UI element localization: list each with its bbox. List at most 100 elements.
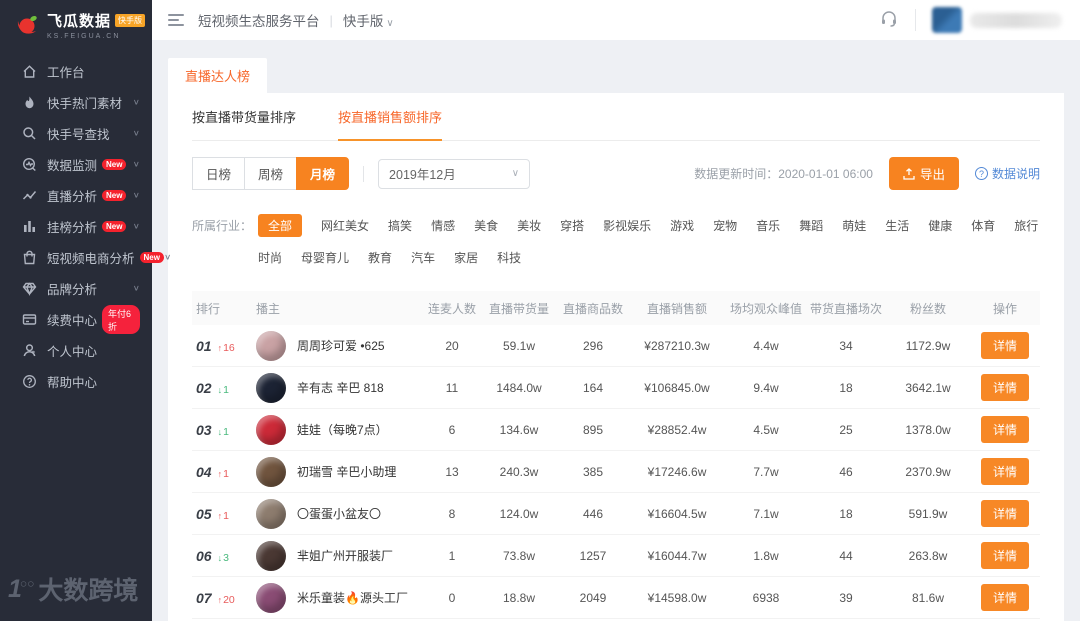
- host-link[interactable]: 周周珍可爱 •625: [256, 330, 424, 361]
- export-button[interactable]: 导出: [888, 157, 959, 190]
- host-name[interactable]: 芈姐广州开服装厂: [297, 547, 393, 564]
- sort-tabs: 按直播带货量排序 按直播销售额排序: [192, 93, 1040, 141]
- session-count: 39: [839, 590, 853, 605]
- detail-button[interactable]: 详情: [980, 500, 1029, 527]
- platform-title: 短视频生态服务平台: [198, 14, 320, 29]
- tab-live-host-ranking[interactable]: 直播达人榜: [168, 58, 268, 93]
- home-icon: [22, 64, 37, 79]
- col-products: 直播商品数: [562, 301, 623, 316]
- industry-chip[interactable]: 汽车: [411, 246, 435, 269]
- sidebar-item[interactable]: 个人中心: [0, 335, 152, 366]
- sidebar-item[interactable]: 续费中心 年付6折: [0, 304, 152, 335]
- sales-volume: 134.6w: [499, 422, 539, 437]
- industry-chip[interactable]: 搞笑: [388, 214, 412, 237]
- host-avatar[interactable]: [256, 372, 286, 403]
- fans-count: 81.6w: [911, 590, 945, 605]
- menu-collapse-icon[interactable]: [168, 14, 184, 26]
- host-name[interactable]: 米乐童装🔥源头工厂: [297, 589, 408, 606]
- host-avatar[interactable]: [256, 582, 286, 613]
- sales-volume: 1484.0w: [496, 380, 542, 395]
- industry-chip[interactable]: 美妆: [517, 214, 541, 237]
- industry-chip[interactable]: 网红美女: [321, 214, 369, 237]
- host-avatar[interactable]: [256, 540, 286, 571]
- detail-button[interactable]: 详情: [980, 542, 1029, 569]
- sidebar-item[interactable]: 帮助中心: [0, 366, 152, 397]
- industry-chip[interactable]: 家居: [454, 246, 478, 269]
- industry-chip[interactable]: 影视娱乐: [603, 214, 651, 237]
- host-link[interactable]: 米乐童装🔥源头工厂: [256, 582, 424, 613]
- industry-chip[interactable]: 萌娃: [842, 214, 866, 237]
- sort-tab[interactable]: 按直播带货量排序: [192, 107, 296, 141]
- host-avatar[interactable]: [256, 456, 286, 487]
- topbar: 短视频生态服务平台 | 快手版 ∨: [152, 0, 1080, 40]
- industry-chip[interactable]: 全部: [258, 214, 303, 237]
- sidebar-item[interactable]: 工作台: [0, 56, 152, 87]
- host-link[interactable]: 〇蛋蛋小盆友〇: [256, 498, 424, 529]
- table-body: 01 16 周周珍可爱 •625: [192, 325, 1040, 621]
- detail-button[interactable]: 详情: [980, 584, 1029, 611]
- chevron-down-icon: ∨: [132, 98, 140, 107]
- sidebar-item[interactable]: 挂榜分析 New ∨: [0, 211, 152, 242]
- industry-chip[interactable]: 游戏: [670, 214, 694, 237]
- host-avatar[interactable]: [256, 330, 286, 361]
- detail-button[interactable]: 详情: [980, 374, 1029, 401]
- industry-chip[interactable]: 母婴育儿: [301, 246, 349, 269]
- data-note-link[interactable]: ? 数据说明: [974, 165, 1040, 182]
- rank-change: 1: [218, 426, 229, 438]
- industry-chip[interactable]: 舞蹈: [799, 214, 823, 237]
- host-name[interactable]: 娃娃（每晚7点）: [297, 421, 388, 438]
- sidebar-item-label: 快手热门素材: [47, 97, 123, 111]
- host-link[interactable]: 娃娃（每晚7点）: [256, 414, 424, 445]
- period-tab[interactable]: 周榜: [244, 157, 297, 190]
- sidebar-item-label: 个人中心: [47, 345, 98, 359]
- detail-button[interactable]: 详情: [980, 416, 1029, 443]
- industry-chip[interactable]: 时尚: [258, 246, 282, 269]
- sort-tab[interactable]: 按直播销售额排序: [338, 107, 443, 141]
- user-icon: [22, 343, 37, 358]
- host-name[interactable]: 初瑞雪 辛巴小助理: [297, 463, 396, 480]
- user-avatar[interactable]: [932, 7, 962, 33]
- industry-chip[interactable]: 生活: [885, 214, 909, 237]
- industry-chip[interactable]: 旅行: [1014, 214, 1038, 237]
- industry-chip[interactable]: 音乐: [756, 214, 780, 237]
- host-name[interactable]: 周周珍可爱 •625: [297, 337, 385, 354]
- version-select[interactable]: 快手版 ∨: [343, 10, 394, 30]
- watermark-logo-icon: 1○○: [8, 574, 35, 603]
- sidebar-item[interactable]: 品牌分析 ∨: [0, 273, 152, 304]
- host-avatar[interactable]: [256, 414, 286, 445]
- support-headset-icon[interactable]: [879, 8, 899, 33]
- sidebar-item[interactable]: 数据监测 New ∨: [0, 149, 152, 180]
- host-link[interactable]: 芈姐广州开服装厂: [256, 540, 424, 571]
- viewer-peak: 7.1w: [753, 506, 779, 521]
- host-link[interactable]: 初瑞雪 辛巴小助理: [256, 456, 424, 487]
- industry-chip[interactable]: 美食: [474, 214, 498, 237]
- sidebar-item[interactable]: 快手号查找 ∨: [0, 118, 152, 149]
- sidebar-item[interactable]: 短视频电商分析 New ∨: [0, 242, 171, 273]
- session-count: 18: [839, 506, 853, 521]
- host-avatar[interactable]: [256, 498, 286, 529]
- industry-chip[interactable]: 教育: [368, 246, 392, 269]
- industry-chip[interactable]: 健康: [928, 214, 952, 237]
- sidebar-item[interactable]: 直播分析 New ∨: [0, 180, 152, 211]
- period-tab[interactable]: 日榜: [192, 157, 245, 190]
- industry-filter: 所属行业： 全部 网红美女 搞笑 情感 美食 美妆 穿搭 影视娱乐 游戏 宠物 …: [192, 214, 1040, 269]
- detail-button[interactable]: 详情: [980, 458, 1029, 485]
- host-name[interactable]: 辛有志 辛巴 818: [297, 379, 384, 396]
- sidebar-item[interactable]: 快手热门素材 ∨: [0, 87, 152, 118]
- session-count: 44: [839, 548, 853, 563]
- month-select[interactable]: 2019年12月 ∨: [378, 158, 531, 189]
- industry-chip[interactable]: 情感: [431, 214, 455, 237]
- mic-count: 20: [445, 338, 459, 353]
- industry-chip[interactable]: 穿搭: [560, 214, 584, 237]
- industry-chip[interactable]: 体育: [971, 214, 995, 237]
- mic-count: 11: [445, 380, 459, 395]
- username-redacted[interactable]: [970, 12, 1062, 28]
- host-name[interactable]: 〇蛋蛋小盆友〇: [297, 505, 381, 522]
- industry-chip[interactable]: 宠物: [713, 214, 737, 237]
- period-tab[interactable]: 月榜: [296, 157, 350, 190]
- host-link[interactable]: 辛有志 辛巴 818: [256, 372, 424, 403]
- detail-button[interactable]: 详情: [980, 332, 1029, 359]
- logo[interactable]: 飞瓜数据 快手版 KS.FEIGUA.CN: [0, 0, 152, 48]
- sidebar-menu: 工作台 快手热门素材 ∨ 快手号查找 ∨ 数据监测 New ∨ 直播分析 New…: [0, 56, 171, 397]
- industry-chip[interactable]: 科技: [497, 246, 521, 269]
